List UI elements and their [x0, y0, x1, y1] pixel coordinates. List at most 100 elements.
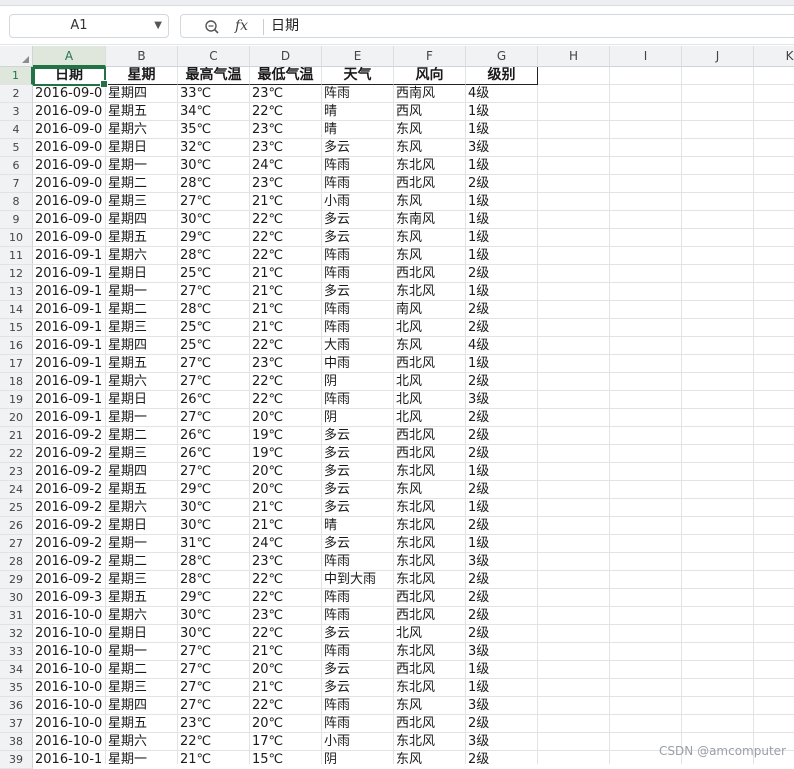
- data-cell-weekday[interactable]: 星期日: [106, 517, 178, 535]
- empty-cell[interactable]: [610, 355, 682, 373]
- row-header-5[interactable]: 5: [0, 139, 33, 157]
- empty-cell[interactable]: [610, 697, 682, 715]
- data-cell-weekday[interactable]: 星期二: [106, 301, 178, 319]
- empty-cell[interactable]: [610, 265, 682, 283]
- empty-cell[interactable]: [610, 157, 682, 175]
- data-cell-level[interactable]: 1级: [466, 157, 538, 175]
- empty-cell[interactable]: [682, 103, 754, 121]
- data-cell-level[interactable]: 4级: [466, 337, 538, 355]
- empty-cell[interactable]: [610, 139, 682, 157]
- empty-cell[interactable]: [682, 157, 754, 175]
- empty-cell[interactable]: [754, 499, 794, 517]
- data-cell-wind[interactable]: 东南风: [394, 211, 466, 229]
- data-cell-level[interactable]: 2级: [466, 427, 538, 445]
- empty-cell[interactable]: [610, 553, 682, 571]
- empty-cell[interactable]: [538, 679, 610, 697]
- data-cell-weekday[interactable]: 星期四: [106, 85, 178, 103]
- row-header-7[interactable]: 7: [0, 175, 33, 193]
- data-cell-weather[interactable]: 阵雨: [322, 589, 394, 607]
- empty-cell[interactable]: [538, 355, 610, 373]
- data-cell-date[interactable]: 2016-10-0: [33, 625, 106, 643]
- empty-cell[interactable]: [754, 517, 794, 535]
- data-cell-wind[interactable]: 北风: [394, 319, 466, 337]
- data-cell-high[interactable]: 32℃: [178, 139, 250, 157]
- data-cell-level[interactable]: 2级: [466, 445, 538, 463]
- data-cell-weather[interactable]: 中到大雨: [322, 571, 394, 589]
- empty-cell[interactable]: [538, 319, 610, 337]
- data-cell-wind[interactable]: 东风: [394, 481, 466, 499]
- row-header-9[interactable]: 9: [0, 211, 33, 229]
- data-cell-weather[interactable]: 阵雨: [322, 715, 394, 733]
- empty-cell[interactable]: [682, 697, 754, 715]
- data-cell-level[interactable]: 2级: [466, 715, 538, 733]
- empty-cell[interactable]: [538, 625, 610, 643]
- data-cell-low[interactable]: 17℃: [250, 733, 322, 751]
- data-cell-wind[interactable]: 东风: [394, 247, 466, 265]
- empty-cell[interactable]: [754, 607, 794, 625]
- data-cell-wind[interactable]: 北风: [394, 625, 466, 643]
- data-cell-level[interactable]: 3级: [466, 391, 538, 409]
- data-cell-high[interactable]: 29℃: [178, 589, 250, 607]
- data-cell-weekday[interactable]: 星期一: [106, 535, 178, 553]
- empty-cell[interactable]: [610, 319, 682, 337]
- data-cell-level[interactable]: 3级: [466, 139, 538, 157]
- data-cell-weekday[interactable]: 星期四: [106, 463, 178, 481]
- data-cell-weather[interactable]: 大雨: [322, 337, 394, 355]
- column-header-j[interactable]: J: [682, 46, 754, 67]
- data-cell-weather[interactable]: 多云: [322, 229, 394, 247]
- data-cell-low[interactable]: 21℃: [250, 643, 322, 661]
- data-cell-weather[interactable]: 阵雨: [322, 319, 394, 337]
- data-cell-date[interactable]: 2016-10-0: [33, 661, 106, 679]
- data-cell-date[interactable]: 2016-09-1: [33, 391, 106, 409]
- empty-cell[interactable]: [754, 265, 794, 283]
- data-cell-weekday[interactable]: 星期一: [106, 643, 178, 661]
- data-cell-low[interactable]: 23℃: [250, 85, 322, 103]
- data-cell-date[interactable]: 2016-10-0: [33, 697, 106, 715]
- empty-cell[interactable]: [754, 661, 794, 679]
- data-cell-high[interactable]: 33℃: [178, 85, 250, 103]
- data-cell-weekday[interactable]: 星期五: [106, 481, 178, 499]
- row-header-35[interactable]: 35: [0, 679, 33, 697]
- row-header-1[interactable]: 1: [0, 67, 33, 85]
- data-cell-low[interactable]: 20℃: [250, 661, 322, 679]
- empty-cell[interactable]: [754, 301, 794, 319]
- empty-cell[interactable]: [682, 517, 754, 535]
- data-cell-weekday[interactable]: 星期六: [106, 607, 178, 625]
- data-cell-wind[interactable]: 东北风: [394, 553, 466, 571]
- empty-cell[interactable]: [538, 589, 610, 607]
- data-cell-date[interactable]: 2016-09-0: [33, 103, 106, 121]
- header-cell-level[interactable]: 级别: [466, 67, 538, 85]
- data-cell-weekday[interactable]: 星期一: [106, 283, 178, 301]
- data-cell-date[interactable]: 2016-09-2: [33, 499, 106, 517]
- data-cell-high[interactable]: 28℃: [178, 301, 250, 319]
- row-header-18[interactable]: 18: [0, 373, 33, 391]
- data-cell-level[interactable]: 2级: [466, 265, 538, 283]
- header-cell-wind[interactable]: 风向: [394, 67, 466, 85]
- data-cell-level[interactable]: 2级: [466, 607, 538, 625]
- empty-cell[interactable]: [538, 481, 610, 499]
- empty-cell[interactable]: [682, 715, 754, 733]
- empty-cell[interactable]: [754, 103, 794, 121]
- data-cell-weekday[interactable]: 星期六: [106, 121, 178, 139]
- data-cell-weekday[interactable]: 星期六: [106, 499, 178, 517]
- data-cell-high[interactable]: 27℃: [178, 697, 250, 715]
- data-cell-low[interactable]: 22℃: [250, 247, 322, 265]
- empty-cell[interactable]: [682, 571, 754, 589]
- data-cell-weather[interactable]: 阵雨: [322, 607, 394, 625]
- header-cell-low[interactable]: 最低气温: [250, 67, 322, 85]
- empty-cell[interactable]: [682, 229, 754, 247]
- data-cell-low[interactable]: 21℃: [250, 679, 322, 697]
- empty-cell[interactable]: [682, 85, 754, 103]
- data-cell-low[interactable]: 19℃: [250, 427, 322, 445]
- data-cell-date[interactable]: 2016-09-2: [33, 553, 106, 571]
- data-cell-high[interactable]: 28℃: [178, 175, 250, 193]
- data-cell-date[interactable]: 2016-10-0: [33, 715, 106, 733]
- empty-cell[interactable]: [538, 445, 610, 463]
- header-cell-weekday[interactable]: 星期: [106, 67, 178, 85]
- data-cell-low[interactable]: 23℃: [250, 121, 322, 139]
- data-cell-high[interactable]: 25℃: [178, 265, 250, 283]
- function-icon[interactable]: fx: [235, 15, 248, 37]
- empty-cell[interactable]: [682, 121, 754, 139]
- row-header-13[interactable]: 13: [0, 283, 33, 301]
- data-cell-weekday[interactable]: 星期三: [106, 445, 178, 463]
